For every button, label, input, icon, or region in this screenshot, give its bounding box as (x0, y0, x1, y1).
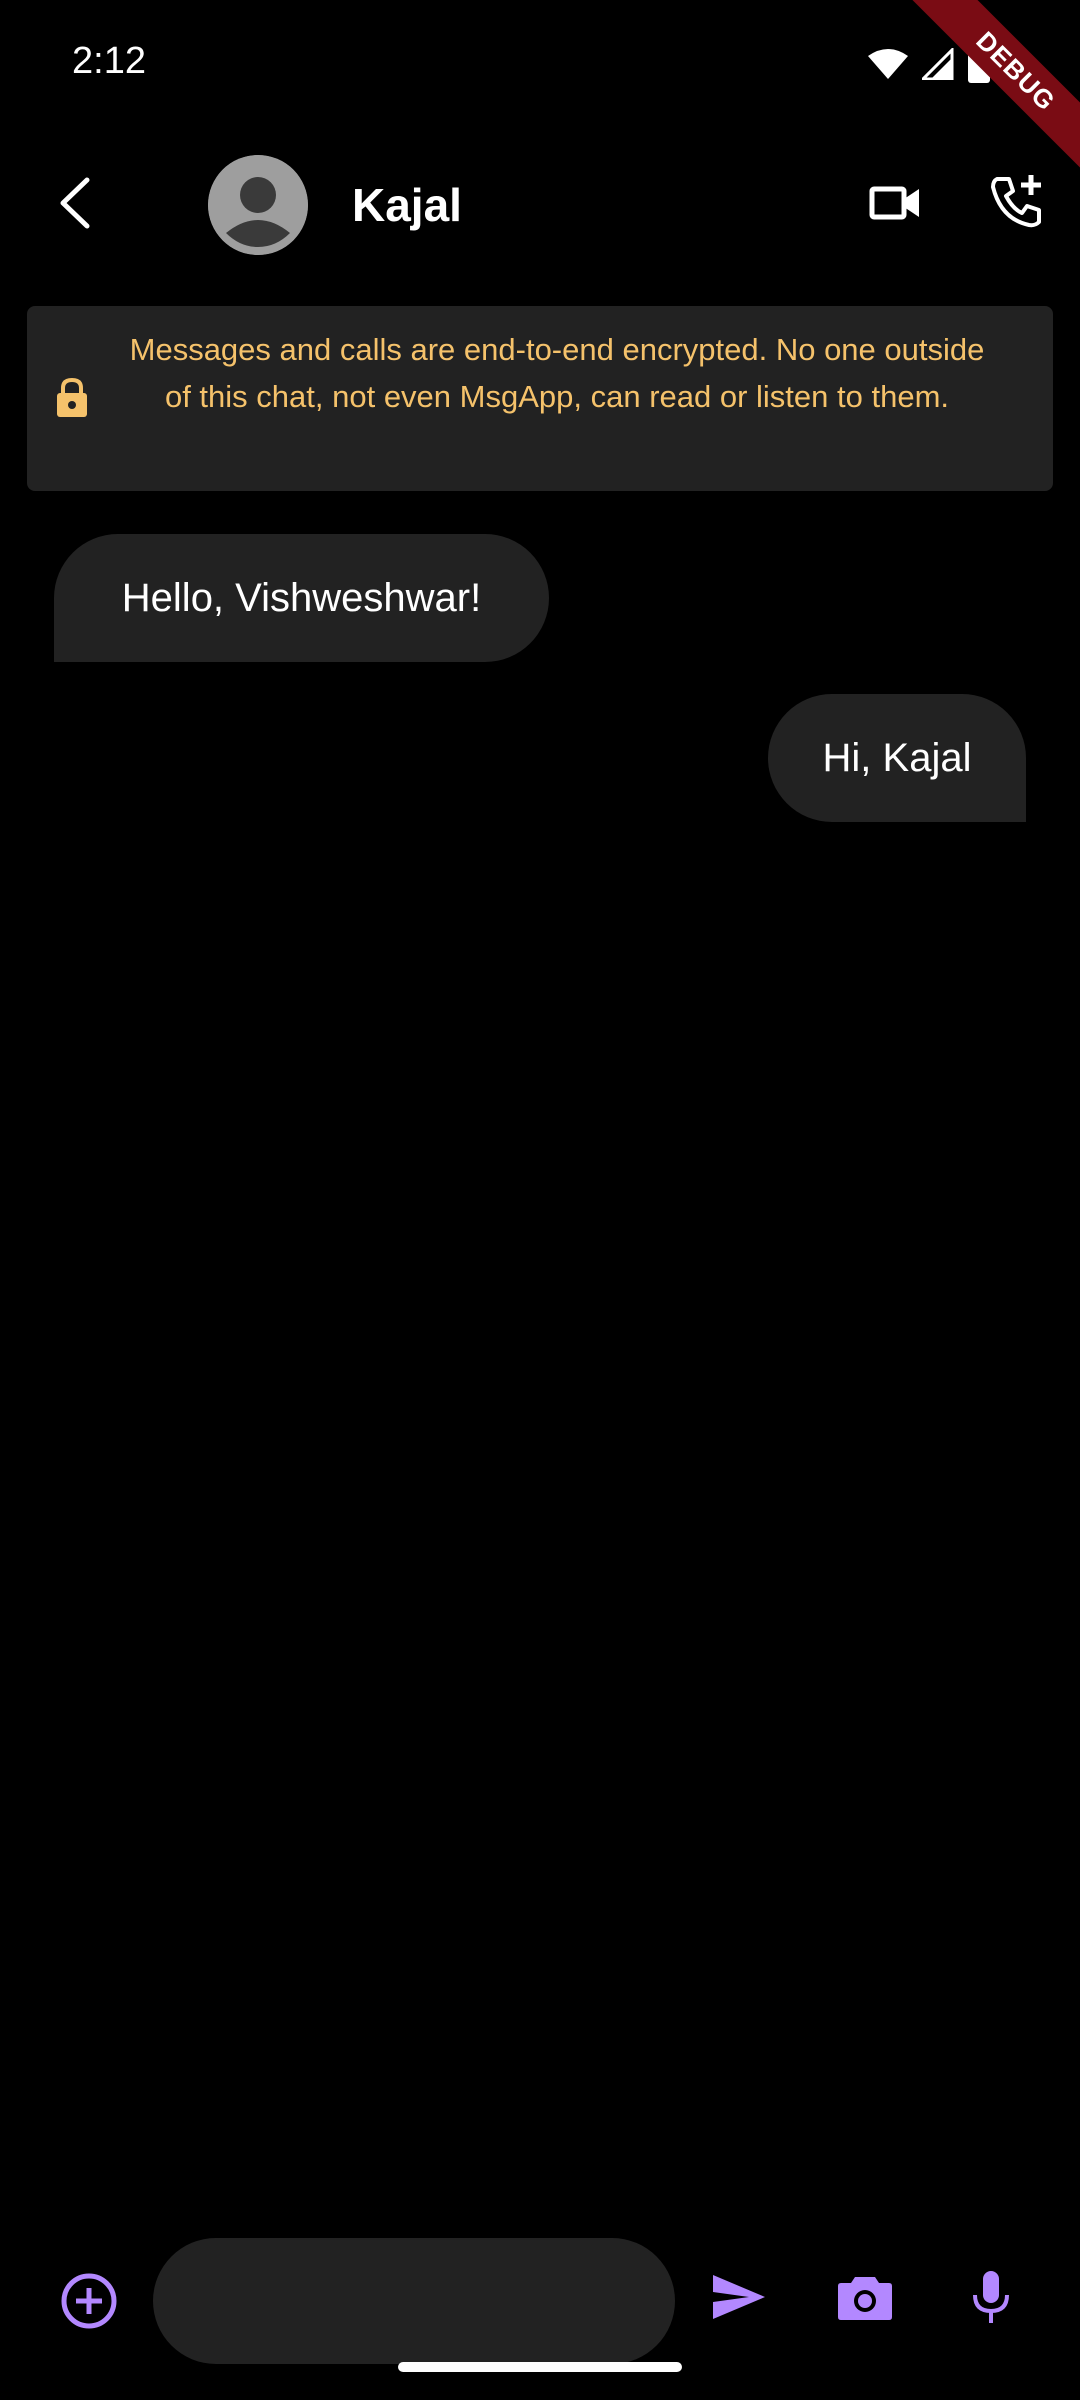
message-text: Hello, Vishweshwar! (121, 575, 482, 620)
camera-icon (837, 2273, 893, 2326)
attach-button[interactable] (56, 2270, 122, 2336)
message-text: Hi, Kajal (822, 735, 972, 780)
send-button[interactable] (706, 2266, 772, 2332)
back-button[interactable] (44, 170, 104, 240)
chat-header: Kajal (0, 140, 1080, 270)
add-circle-icon (59, 2271, 119, 2336)
contact-name[interactable]: Kajal (352, 178, 462, 232)
mic-icon (971, 2269, 1011, 2330)
message-outgoing[interactable]: Hi, Kajal (768, 694, 1026, 822)
add-call-button[interactable] (982, 168, 1052, 238)
encryption-notice[interactable]: Messages and calls are end-to-end encryp… (27, 306, 1053, 491)
avatar[interactable] (208, 155, 308, 255)
encryption-text: Messages and calls are end-to-end encryp… (129, 332, 985, 414)
video-call-button[interactable] (860, 170, 930, 240)
back-icon (57, 176, 91, 235)
status-time: 2:12 (72, 40, 146, 82)
home-indicator[interactable] (398, 2362, 682, 2372)
camera-button[interactable] (832, 2266, 898, 2332)
video-call-icon (869, 185, 921, 226)
message-composer (0, 2230, 1080, 2370)
add-call-icon (989, 173, 1045, 234)
mic-button[interactable] (958, 2266, 1024, 2332)
avatar-icon (208, 155, 308, 255)
message-incoming[interactable]: Hello, Vishweshwar! (54, 534, 549, 662)
send-icon (711, 2273, 767, 2326)
message-input[interactable] (153, 2238, 675, 2364)
lock-icon (51, 376, 93, 418)
